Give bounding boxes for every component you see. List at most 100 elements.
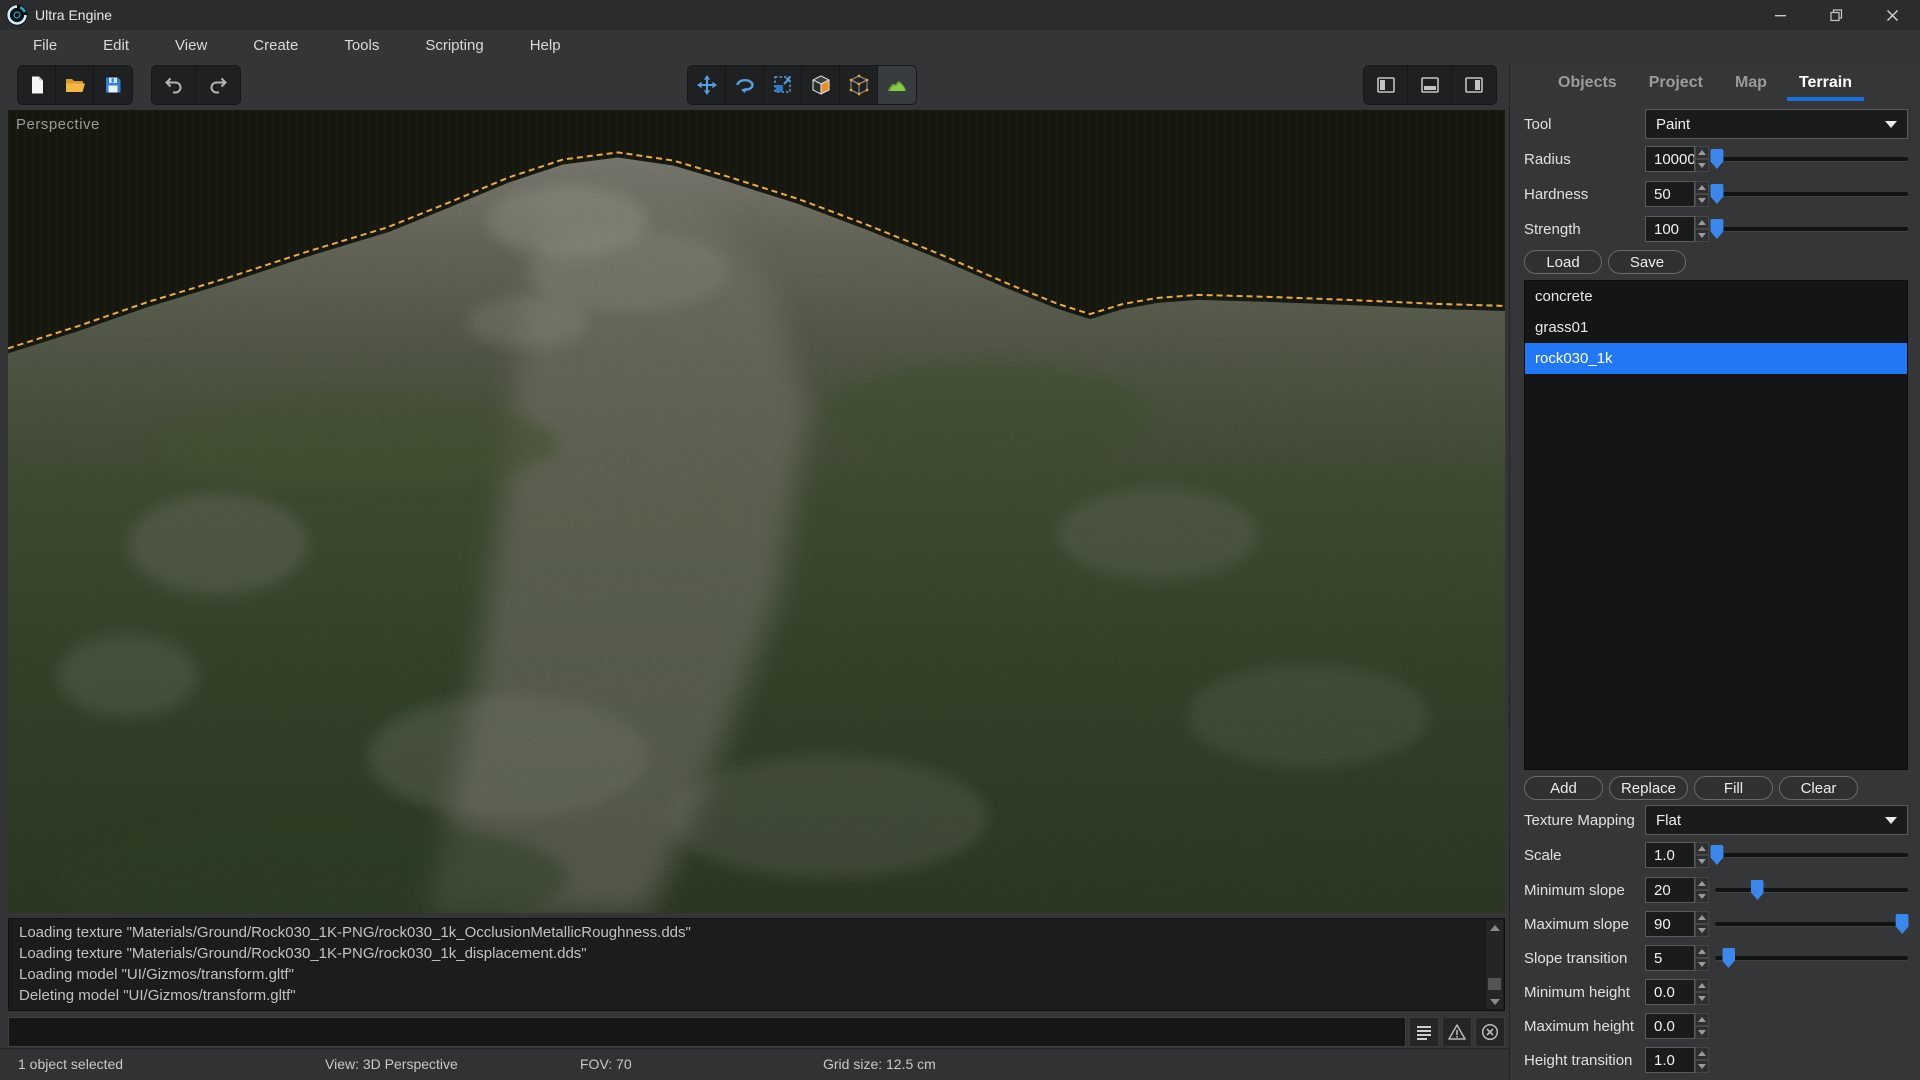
command-row (8, 1016, 1505, 1048)
slope-transition-slider[interactable] (1715, 945, 1908, 971)
menu-help[interactable]: Help (507, 30, 584, 62)
save-icon (102, 74, 124, 96)
titlebar: Ultra Engine (0, 0, 1920, 30)
minimum-height-input[interactable] (1645, 979, 1695, 1005)
height-transition-spinner[interactable] (1695, 1047, 1709, 1073)
height-transition-input[interactable] (1645, 1047, 1695, 1073)
close-button[interactable] (1864, 0, 1920, 30)
restore-icon (1830, 9, 1843, 22)
toolbar (0, 62, 1509, 108)
tool-dropdown-value: Paint (1656, 116, 1690, 133)
error-icon (1481, 1023, 1499, 1041)
restore-button[interactable] (1808, 0, 1864, 30)
move-tool-button[interactable] (688, 66, 726, 104)
scroll-up-arrow[interactable] (1486, 920, 1503, 935)
add-layer-button[interactable]: Add (1524, 776, 1603, 800)
menubar: File Edit View Create Tools Scripting He… (0, 30, 1920, 62)
console-line: Loading texture "Materials/Ground/Rock03… (19, 943, 1478, 964)
warnings-filter-button[interactable] (1442, 1017, 1472, 1047)
save-button[interactable] (94, 66, 132, 104)
scale-icon (772, 74, 794, 96)
maximum-slope-slider[interactable] (1715, 911, 1908, 937)
statusbar: 1 object selected View: 3D Perspective F… (0, 1048, 1509, 1080)
minimum-slope-input[interactable] (1645, 877, 1695, 903)
maximum-height-spinner[interactable] (1695, 1013, 1709, 1039)
texture-mapping-value: Flat (1656, 812, 1681, 829)
layer-grass01[interactable]: grass01 (1525, 312, 1907, 343)
chevron-down-icon (1885, 817, 1897, 824)
strength-spinner[interactable] (1695, 216, 1709, 242)
open-file-button[interactable] (56, 66, 94, 104)
menu-view[interactable]: View (152, 30, 230, 62)
console-scrollbar[interactable] (1486, 920, 1503, 1009)
layer-actions-row: Add Replace Fill Clear (1524, 776, 1908, 800)
layout-bottom-panel-button[interactable] (1408, 66, 1452, 104)
strength-slider[interactable] (1715, 216, 1908, 242)
maximum-slope-label: Maximum slope (1524, 916, 1645, 933)
minimum-height-spinner[interactable] (1695, 979, 1709, 1005)
hardness-spinner[interactable] (1695, 181, 1709, 207)
maximum-slope-input[interactable] (1645, 911, 1695, 937)
tab-map[interactable]: Map (1723, 63, 1779, 103)
scroll-down-arrow[interactable] (1486, 994, 1503, 1009)
menu-tools[interactable]: Tools (321, 30, 402, 62)
log-filter-button[interactable] (1409, 1017, 1439, 1047)
strength-row: Strength (1524, 214, 1908, 244)
minimum-height-row: Minimum height (1524, 978, 1908, 1006)
new-file-button[interactable] (18, 66, 56, 104)
tool-dropdown[interactable]: Paint (1645, 109, 1908, 139)
slope-transition-input[interactable] (1645, 945, 1695, 971)
strength-input[interactable] (1645, 216, 1695, 242)
radius-spinner[interactable] (1695, 146, 1709, 172)
scale-tool-button[interactable] (764, 66, 802, 104)
vertex-view-button[interactable] (840, 66, 878, 104)
layer-rock030-1k[interactable]: rock030_1k (1525, 343, 1907, 374)
undo-button[interactable] (152, 66, 196, 104)
slope-transition-spinner[interactable] (1695, 945, 1709, 971)
replace-layer-button[interactable]: Replace (1609, 776, 1688, 800)
scale-input[interactable] (1645, 842, 1695, 868)
fill-layer-button[interactable]: Fill (1694, 776, 1773, 800)
viewport-3d[interactable]: Perspective (8, 110, 1505, 913)
minimize-icon (1774, 9, 1787, 22)
hardness-input[interactable] (1645, 181, 1695, 207)
scale-slider[interactable] (1715, 842, 1908, 868)
menu-edit[interactable]: Edit (80, 30, 152, 62)
layout-right-panel-button[interactable] (1452, 66, 1496, 104)
minimum-slope-spinner[interactable] (1695, 877, 1709, 903)
maximum-height-input[interactable] (1645, 1013, 1695, 1039)
layer-concrete[interactable]: concrete (1525, 281, 1907, 312)
solid-view-button[interactable] (802, 66, 840, 104)
texture-layer-list[interactable]: concrete grass01 rock030_1k (1524, 280, 1908, 770)
radius-slider[interactable] (1715, 146, 1908, 172)
menu-file[interactable]: File (10, 30, 80, 62)
undo-icon (163, 74, 185, 96)
texture-mapping-dropdown[interactable]: Flat (1645, 805, 1908, 835)
minimum-slope-row: Minimum slope (1524, 876, 1908, 904)
hardness-slider[interactable] (1715, 181, 1908, 207)
radius-input[interactable] (1645, 146, 1695, 172)
console-command-input[interactable] (8, 1017, 1406, 1047)
new-file-icon (26, 74, 48, 96)
tab-project[interactable]: Project (1637, 63, 1715, 103)
window-title: Ultra Engine (35, 7, 112, 23)
maximum-slope-spinner[interactable] (1695, 911, 1709, 937)
load-button[interactable]: Load (1524, 250, 1602, 274)
terrain-paint-button[interactable] (878, 66, 916, 104)
tab-terrain[interactable]: Terrain (1787, 63, 1864, 103)
redo-button[interactable] (196, 66, 240, 104)
minimum-slope-slider[interactable] (1715, 877, 1908, 903)
errors-filter-button[interactable] (1475, 1017, 1505, 1047)
clear-layer-button[interactable]: Clear (1779, 776, 1858, 800)
minimize-button[interactable] (1752, 0, 1808, 30)
menu-create[interactable]: Create (230, 30, 321, 62)
tab-objects[interactable]: Objects (1546, 63, 1629, 103)
tool-label: Tool (1524, 116, 1645, 133)
scroll-thumb[interactable] (1488, 978, 1501, 990)
menu-scripting[interactable]: Scripting (402, 30, 506, 62)
layout-left-panel-button[interactable] (1364, 66, 1408, 104)
scale-spinner[interactable] (1695, 842, 1709, 868)
rotate-tool-button[interactable] (726, 66, 764, 104)
load-save-row: Load Save (1524, 250, 1908, 274)
save-button-panel[interactable]: Save (1608, 250, 1686, 274)
